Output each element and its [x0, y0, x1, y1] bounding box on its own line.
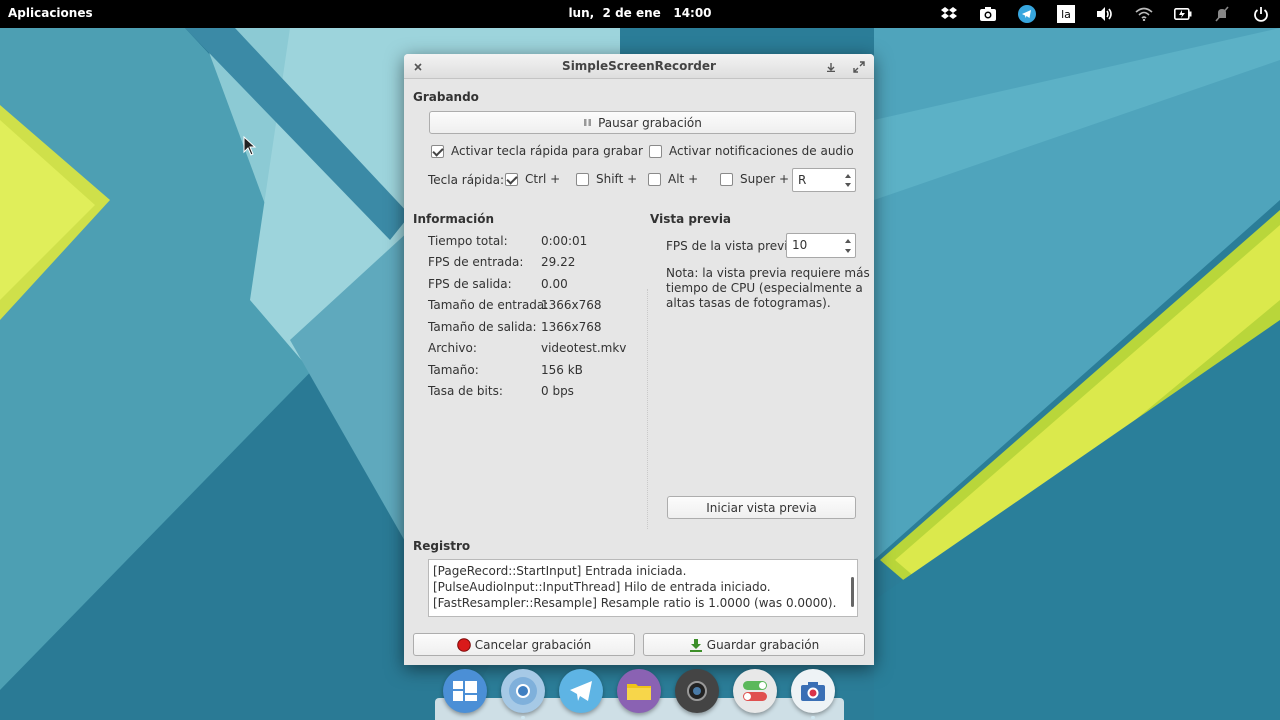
hotkey-enable-checkbox[interactable]: Activar tecla rápida para grabar [431, 144, 643, 158]
preview-fps-value: 10 [792, 238, 808, 252]
screenshot-icon[interactable] [675, 669, 719, 713]
info-key: Archivo: [428, 341, 477, 355]
chevron-up-icon[interactable] [843, 236, 853, 245]
shift-modifier-label: Shift + [596, 172, 638, 186]
pause-recording-label: Pausar grabación [598, 115, 702, 130]
preview-note-line: tiempo de CPU (especialmente a [666, 281, 863, 295]
audio-notifications-checkbox[interactable]: Activar notificaciones de audio [649, 144, 854, 158]
ctrl-modifier-checkbox[interactable]: Ctrl + [505, 172, 560, 186]
panel-divider [647, 289, 648, 529]
chromium-icon[interactable] [501, 669, 545, 713]
pause-icon [584, 119, 592, 126]
chevron-up-icon[interactable] [843, 171, 853, 180]
simplescreenrecorder-window: SimpleScreenRecorder Grabando Pausar gra… [404, 54, 874, 665]
log-line: [FastResampler::Resample] Resample ratio… [433, 596, 837, 610]
hotkey-key-select[interactable]: R [792, 168, 856, 192]
info-key: Tiempo total: [428, 234, 508, 248]
maximize-icon[interactable] [851, 59, 867, 75]
clock-label[interactable]: lun, 2 de ene 14:00 [568, 6, 711, 20]
log-line: [PageRecord::StartInput] Entrada iniciad… [433, 564, 687, 578]
log-textarea[interactable]: [PageRecord::StartInput] Entrada iniciad… [428, 559, 858, 617]
wifi-icon[interactable] [1133, 3, 1155, 25]
running-indicator [811, 716, 815, 719]
volume-icon[interactable] [1094, 3, 1116, 25]
info-value: 1366x768 [541, 298, 602, 312]
battery-icon[interactable] [1172, 3, 1194, 25]
info-key: FPS de salida: [428, 277, 512, 291]
preview-note-line: altas tasas de fotogramas). [666, 296, 831, 310]
super-modifier-label: Super + [740, 172, 790, 186]
audio-notifications-check-icon [649, 144, 662, 158]
info-value: 0:00:01 [541, 234, 588, 248]
chevron-down-icon[interactable] [843, 246, 853, 255]
info-value: 0.00 [541, 277, 568, 291]
log-scrollbar[interactable] [851, 577, 854, 607]
shift-modifier-checkbox[interactable]: Shift + [576, 172, 637, 186]
keyboard-layout-label: la [1057, 5, 1075, 23]
keyboard-layout-icon[interactable]: la [1055, 3, 1077, 25]
ctrl-check-icon [505, 172, 518, 186]
power-icon[interactable] [1250, 3, 1272, 25]
start-preview-label: Iniciar vista previa [706, 500, 817, 515]
mouse-pointer-icon [243, 136, 257, 156]
info-value: 156 kB [541, 363, 583, 377]
window-titlebar[interactable]: SimpleScreenRecorder [404, 54, 874, 79]
info-key: Tasa de bits: [428, 384, 503, 398]
info-key: Tamaño: [428, 363, 479, 377]
save-recording-button[interactable]: Guardar grabación [643, 633, 865, 656]
dropbox-icon[interactable] [938, 3, 960, 25]
cancel-recording-label: Cancelar grabación [474, 637, 592, 652]
camera-icon[interactable] [977, 3, 999, 25]
telegram-icon[interactable] [559, 669, 603, 713]
log-line: [PulseAudioInput::InputThread] Hilo de e… [433, 580, 771, 594]
preview-heading: Vista previa [650, 212, 732, 226]
system-tray: la [921, 3, 1272, 25]
hotkey-enable-check-icon [431, 144, 444, 158]
hotkey-key-value: R [798, 173, 807, 187]
top-panel: Aplicaciones lun, 2 de ene 14:00 la [0, 0, 1280, 28]
preview-note-line: Nota: la vista previa requiere más [666, 266, 870, 280]
info-key: FPS de entrada: [428, 255, 524, 269]
chevron-down-icon[interactable] [843, 180, 853, 189]
info-value: 0 bps [541, 384, 574, 398]
preview-fps-label: FPS de la vista previa: [666, 239, 799, 253]
pause-recording-button[interactable]: Pausar grabación [429, 111, 856, 134]
start-preview-button[interactable]: Iniciar vista previa [667, 496, 856, 519]
info-heading: Información [413, 212, 495, 226]
preview-fps-input[interactable]: 10 [786, 233, 856, 258]
files-icon[interactable] [617, 669, 661, 713]
record-stop-icon [456, 637, 471, 652]
multitasking-view-icon[interactable] [443, 669, 487, 713]
notifications-off-icon[interactable] [1211, 3, 1233, 25]
camera-icon[interactable] [791, 669, 835, 713]
applications-menu[interactable]: Aplicaciones [8, 6, 93, 20]
window-title: SimpleScreenRecorder [562, 59, 716, 73]
cancel-recording-button[interactable]: Cancelar grabación [413, 633, 635, 656]
shift-check-icon [576, 172, 589, 186]
log-heading: Registro [413, 539, 471, 553]
running-indicator [521, 716, 525, 719]
super-modifier-checkbox[interactable]: Super + [720, 172, 789, 186]
alt-check-icon [648, 172, 661, 186]
save-recording-label: Guardar grabación [706, 637, 820, 652]
system-settings-icon[interactable] [733, 669, 777, 713]
minimize-icon[interactable] [823, 59, 839, 75]
info-value: 1366x768 [541, 320, 602, 334]
info-value: videotest.mkv [541, 341, 627, 355]
audio-notifications-label: Activar notificaciones de audio [669, 144, 854, 158]
alt-modifier-label: Alt + [668, 172, 699, 186]
info-value: 29.22 [541, 255, 576, 269]
recording-heading: Grabando [413, 90, 479, 104]
alt-modifier-checkbox[interactable]: Alt + [648, 172, 698, 186]
hotkey-enable-label: Activar tecla rápida para grabar [451, 144, 643, 158]
telegram-icon[interactable] [1016, 3, 1038, 25]
info-key: Tamaño de salida: [428, 320, 537, 334]
save-download-icon [689, 638, 702, 652]
hotkey-label: Tecla rápida: [428, 173, 505, 187]
super-check-icon [720, 172, 733, 186]
ctrl-modifier-label: Ctrl + [525, 172, 561, 186]
info-key: Tamaño de entrada: [428, 298, 549, 312]
